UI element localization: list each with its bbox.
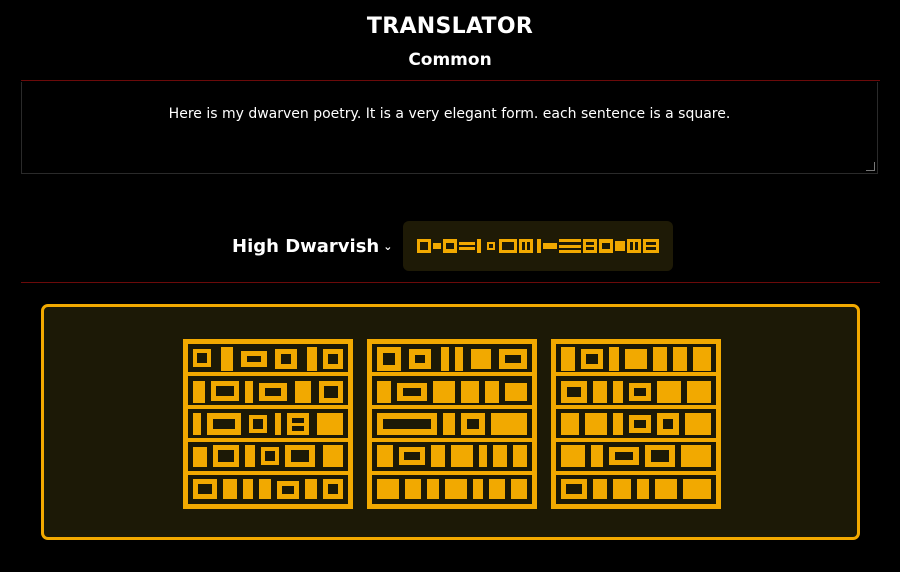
dwarvish-glyph-block-3 bbox=[551, 339, 721, 509]
target-language-label: High Dwarvish bbox=[232, 236, 380, 257]
translation-output-panel bbox=[41, 304, 860, 540]
divider-top bbox=[21, 80, 880, 81]
divider-middle bbox=[21, 282, 880, 283]
app-title: TRANSLATOR bbox=[366, 14, 534, 39]
source-text-input[interactable]: Here is my dwarven poetry. It is a very … bbox=[21, 82, 878, 174]
source-language-label: Common bbox=[408, 50, 492, 70]
dwarvish-glyph-block-1 bbox=[183, 339, 353, 509]
chevron-down-icon: ⌄ bbox=[383, 240, 393, 253]
dwarvish-glyph-block-2 bbox=[367, 339, 537, 509]
resize-handle-icon[interactable] bbox=[866, 162, 875, 171]
source-text-value: Here is my dwarven poetry. It is a very … bbox=[168, 106, 731, 122]
dwarvish-inline-script bbox=[417, 239, 659, 253]
target-language-select[interactable]: High Dwarvish ⌄ bbox=[232, 236, 392, 257]
inline-translation-preview bbox=[403, 221, 673, 271]
